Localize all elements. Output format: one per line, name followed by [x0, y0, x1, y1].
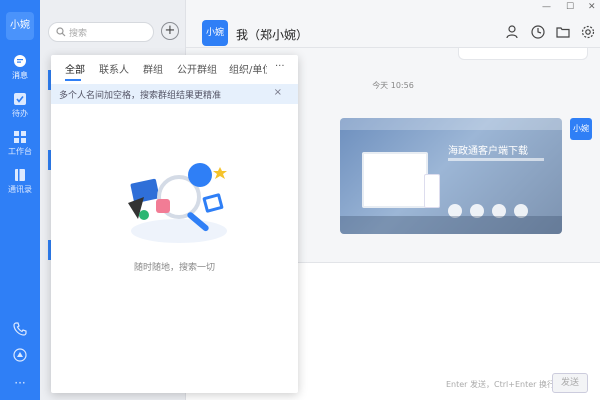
tab-contacts[interactable]: 联系人: [99, 61, 129, 76]
search-empty-illustration: [128, 163, 227, 243]
rail-item-label: 通讯录: [8, 185, 32, 194]
left-rail: 小婉 消息 待办 工作台 通讯录 ···: [0, 0, 40, 400]
gear-icon[interactable]: [581, 25, 595, 39]
chat-icon: [14, 55, 26, 67]
active-tab-indicator: [65, 79, 81, 81]
add-user-icon[interactable]: [506, 25, 520, 39]
user-avatar[interactable]: 小婉: [6, 12, 34, 40]
search-hint-text: 多个人名间加空格，搜索群组结果更精准: [59, 91, 222, 101]
pinned-bar: [458, 48, 588, 60]
clock-icon[interactable]: [531, 25, 545, 39]
card-phone-mockup: [424, 174, 440, 208]
more-icon[interactable]: ···: [0, 376, 40, 390]
send-button[interactable]: 发送: [552, 373, 588, 393]
rail-item-label: 消息: [12, 71, 28, 80]
card-subtitle-line: [448, 158, 544, 161]
close-icon[interactable]: ×: [274, 87, 282, 98]
folder-icon[interactable]: [556, 25, 570, 39]
search-empty-text: 随时随地，搜索一切: [133, 263, 215, 273]
close-button[interactable]: ✕: [588, 2, 596, 12]
minimize-button[interactable]: —: [542, 2, 551, 12]
cloud-icon: [13, 348, 27, 362]
card-desktop-mockup: [362, 152, 428, 208]
tab-more[interactable]: ···: [275, 61, 285, 72]
chat-avatar[interactable]: 小婉: [202, 20, 228, 46]
search-panel: 全部 联系人 群组 公开群组 组织/单位 ··· 多个人名间加空格，搜索群组结果…: [51, 55, 298, 393]
cloud-button[interactable]: [0, 348, 40, 365]
card-top-bar: [340, 118, 562, 130]
send-hint: Enter 发送，Ctrl+Enter 换行: [446, 380, 555, 389]
phone-icon: [13, 322, 27, 336]
tab-public-groups[interactable]: 公开群组: [177, 61, 217, 76]
card-skyline: [340, 216, 562, 234]
contacts-icon: [15, 169, 25, 181]
maximize-button[interactable]: ☐: [566, 2, 574, 12]
chat-title: 我（郑小婉）: [236, 28, 309, 42]
checkbox-icon: [14, 93, 26, 105]
rail-item-workbench[interactable]: 工作台: [0, 126, 40, 164]
rail-item-messages[interactable]: 消息: [0, 50, 40, 88]
message-avatar[interactable]: 小婉: [570, 118, 592, 140]
search-placeholder: 搜索: [69, 29, 88, 39]
tab-groups[interactable]: 群组: [143, 61, 163, 76]
rail-item-contacts[interactable]: 通讯录: [0, 164, 40, 202]
image-message-card[interactable]: 海政通客户端下载: [340, 118, 562, 234]
search-input[interactable]: 搜索: [48, 22, 154, 42]
card-title: 海政通客户端下载: [448, 146, 528, 157]
grid-icon: [14, 131, 26, 143]
phone-button[interactable]: [0, 322, 40, 339]
search-icon: [56, 27, 66, 37]
tab-all[interactable]: 全部: [65, 61, 85, 76]
chat-header: 小婉 我（郑小婉） — ☐ ✕: [186, 0, 600, 48]
search-tabs: 全部 联系人 群组 公开群组 组织/单位 ···: [51, 55, 298, 82]
add-button[interactable]: +: [161, 22, 179, 40]
rail-item-label: 工作台: [8, 147, 32, 156]
tab-organizations[interactable]: 组织/单位: [229, 61, 267, 76]
rail-item-todo[interactable]: 待办: [0, 88, 40, 126]
search-hint-bar: 多个人名间加空格，搜索群组结果更精准 ×: [51, 84, 298, 104]
rail-item-label: 待办: [12, 109, 28, 118]
